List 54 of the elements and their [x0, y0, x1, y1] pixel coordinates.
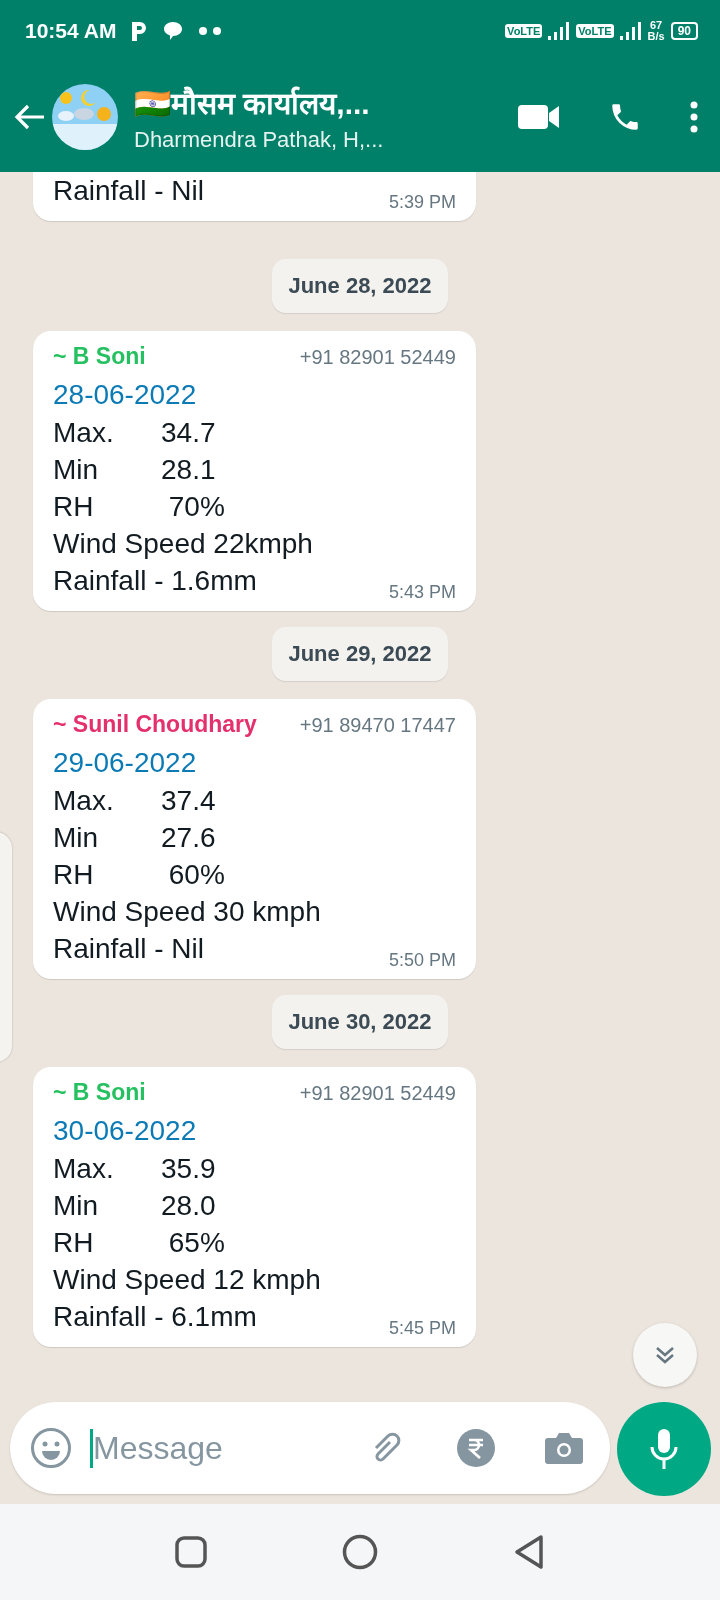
date-chip: June 29, 2022 [272, 627, 448, 681]
back-arrow-icon[interactable] [14, 103, 46, 131]
message-line: RH 70% [53, 490, 226, 524]
signal-icon [619, 22, 642, 40]
camera-icon[interactable] [544, 1430, 584, 1466]
message-time: 5:45 PM [388, 1318, 456, 1339]
message-line: RH 65% [53, 1226, 226, 1260]
date-chip: June 30, 2022 [272, 995, 448, 1049]
chat-members[interactable]: Dharmendra Pathak, H,... [134, 126, 518, 153]
more-options-icon[interactable] [690, 101, 698, 133]
chat-bubbles-icon [162, 20, 185, 42]
back-icon[interactable] [513, 1534, 545, 1570]
status-time: 10:54 AM [25, 19, 117, 43]
emoji-icon[interactable] [30, 1427, 72, 1469]
date-chip: June 28, 2022 [272, 259, 448, 313]
message-line: Max. 37.4 [53, 784, 217, 818]
parking-icon [130, 20, 149, 42]
sender-name[interactable]: ~ B Soni [53, 343, 146, 370]
scroll-down-button[interactable] [633, 1323, 697, 1387]
message-line: Wind Speed 22kmph [53, 527, 314, 561]
message-time: 5:43 PM [388, 582, 456, 603]
sender-phone: +91 82901 52449 [299, 1082, 456, 1105]
message-line: Rainfall - Nil [53, 932, 204, 966]
message-line: Max. 35.9 [53, 1152, 217, 1186]
sender-name[interactable]: ~ B Soni [53, 1079, 146, 1106]
battery-level: 90 [670, 22, 698, 40]
message-line: Rainfall - 1.6mm [53, 564, 257, 598]
sender-phone: +91 82901 52449 [299, 346, 456, 369]
chat-title[interactable]: 🇮🇳मौसम कार्यालय,... [134, 81, 518, 123]
sender-phone: +91 89470 17447 [299, 714, 456, 737]
volte-badge: VoLTE [505, 24, 543, 38]
message-date: 30-06-2022 [53, 1114, 198, 1148]
message-line: Wind Speed 30 kmph [53, 895, 322, 929]
message-date: 28-06-2022 [53, 378, 198, 412]
home-icon[interactable] [342, 1534, 378, 1570]
message-line: Max. 34.7 [53, 416, 217, 450]
network-speed: 67 B/s [647, 20, 665, 42]
microphone-icon [649, 1428, 679, 1470]
message-date: 29-06-2022 [53, 746, 198, 780]
message-time: 5:50 PM [388, 950, 456, 971]
message-line: Min 28.1 [53, 453, 217, 487]
message-line: Wind Speed 12 kmph [53, 1263, 322, 1297]
message-line: RH 60% [53, 858, 226, 892]
volte-badge: VoLTE [576, 24, 614, 38]
rupee-icon[interactable] [456, 1428, 496, 1468]
message-line: Rainfall - 6.1mm [53, 1300, 257, 1334]
message-line: Min 27.6 [53, 821, 217, 855]
signal-icon [548, 22, 571, 40]
message-time: 5:39 PM [388, 192, 456, 213]
recent-apps-icon[interactable] [175, 1536, 207, 1568]
sender-name[interactable]: ~ Sunil Choudhary [53, 711, 257, 738]
message-line: Min 28.0 [53, 1189, 217, 1223]
message-line: Rainfall - Nil [53, 174, 204, 208]
video-call-icon[interactable] [518, 103, 560, 131]
